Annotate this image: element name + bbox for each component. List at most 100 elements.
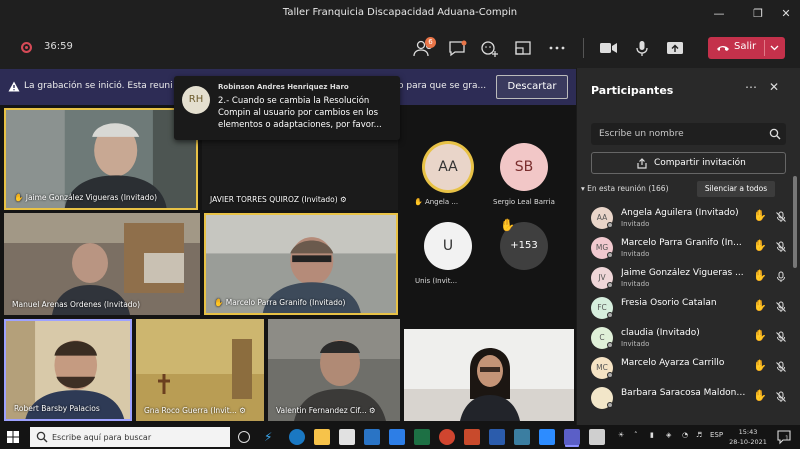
microphone-icon[interactable]: [629, 37, 655, 59]
tile-name: Gna Roco Guerra (Invit...: [144, 406, 237, 415]
dropbox-icon[interactable]: [389, 429, 405, 445]
panel-title: Participantes: [591, 84, 674, 97]
word-icon[interactable]: [489, 429, 505, 445]
share-invite-button[interactable]: Compartir invitación: [591, 152, 786, 174]
mic-off-icon[interactable]: [775, 361, 787, 373]
participant-row[interactable]: AA Angela Aguilera (Invitado) Invitado ✋: [591, 204, 791, 232]
toolbar-separator: [583, 38, 584, 58]
mic-off-icon[interactable]: [775, 301, 787, 313]
teams-icon[interactable]: [564, 429, 580, 445]
share-screen-icon[interactable]: [662, 37, 688, 59]
panel-scrollbar[interactable]: [793, 176, 797, 268]
search-input[interactable]: [599, 127, 759, 141]
mic-off-icon[interactable]: [775, 211, 787, 223]
participant-avatar[interactable]: U: [424, 222, 472, 270]
presence-dot: [607, 282, 613, 288]
minimize-icon[interactable]: —: [705, 4, 733, 24]
dock-app-icon[interactable]: [589, 429, 605, 445]
participant-row[interactable]: MC Marcelo Ayarza Carrillo ✋: [591, 354, 791, 382]
leave-button[interactable]: Salir: [708, 37, 785, 59]
participant-avatar-ring[interactable]: AA: [422, 141, 474, 193]
participant-row[interactable]: Barbara Saracosa Maldonado ✋: [591, 384, 791, 412]
meeting-toolbar: 36:59 6 Salir: [0, 28, 800, 68]
participant-name: Jaime González Vigueras ...: [621, 268, 744, 278]
windows-start-icon[interactable]: [7, 431, 19, 443]
raised-hand-icon: ✋: [753, 209, 767, 222]
participant-name: claudia (Invitado): [621, 328, 700, 338]
zoom-icon[interactable]: [539, 429, 555, 445]
video-tile[interactable]: ✋ Marcelo Parra Granifo (Invitado): [204, 213, 398, 315]
search-icon[interactable]: [769, 128, 781, 140]
section-header[interactable]: ▾ En esta reunión (166): [581, 184, 669, 193]
keyboard-language[interactable]: ESP: [710, 431, 723, 439]
chat-icon[interactable]: [444, 37, 470, 59]
close-panel-icon[interactable]: ✕: [769, 80, 779, 94]
wifi-icon[interactable]: ◔: [682, 431, 688, 439]
tile-name: Valentin Fernandez Cif...: [276, 406, 367, 415]
chat-preview[interactable]: RH Robinson Andres Henriquez Haro 2.- Cu…: [174, 76, 400, 140]
notifications-icon[interactable]: 1: [775, 429, 793, 445]
maximize-icon[interactable]: ❐: [744, 4, 772, 24]
video-tile[interactable]: Manuel Arenas Ordenes (Invitado): [4, 213, 200, 315]
weather-icon[interactable]: ☀: [618, 431, 624, 439]
taskbar-search-input[interactable]: [52, 431, 222, 443]
video-tile[interactable]: Gna Roco Guerra (Invit... ⚙: [136, 319, 264, 421]
dropbox-tray-icon[interactable]: ◈: [666, 431, 671, 439]
raised-hand-icon: ✋: [500, 218, 515, 232]
reactions-icon[interactable]: [477, 37, 503, 59]
participant-row[interactable]: Cclaudia (Invitado) Invitado ✋: [591, 324, 791, 352]
participant-row[interactable]: MG Marcelo Parra Granifo (In... Invitado ✋: [591, 234, 791, 262]
participant-name: Barbara Saracosa Maldonado: [621, 388, 747, 398]
raised-hand-icon: ✋: [753, 239, 767, 252]
recording-icon: [21, 42, 32, 53]
mic-icon[interactable]: [775, 271, 787, 283]
presence-dot: [607, 342, 613, 348]
more-actions-icon[interactable]: [544, 37, 570, 59]
store-icon[interactable]: [339, 429, 355, 445]
raised-hand-icon: ✋: [753, 329, 767, 342]
phone-icon: [717, 46, 729, 51]
video-tile[interactable]: ✋ Jaime González Vigueras (Invitado): [4, 108, 198, 210]
taskbar-clock[interactable]: 15:43 28-10-2021: [728, 427, 768, 447]
tile-name: JAVIER TORRES QUIROZ (Invitado): [210, 195, 338, 204]
volume-icon[interactable]: ♬: [696, 431, 702, 439]
mic-off-icon[interactable]: [775, 241, 787, 253]
raised-hand-icon: ✋: [753, 299, 767, 312]
self-view-tile[interactable]: [404, 329, 574, 421]
camera-icon[interactable]: [595, 37, 621, 59]
clock-date: 28-10-2021: [729, 438, 767, 446]
video-tile[interactable]: Robert Barsby Palacios: [4, 319, 132, 421]
participant-row[interactable]: JV Jaime González Vigueras ... Invitado ✋: [591, 264, 791, 292]
mail-icon[interactable]: [364, 429, 380, 445]
raised-hand-icon: ✋: [753, 359, 767, 372]
presence-dot: [607, 252, 613, 258]
mute-all-button[interactable]: Silenciar a todos: [697, 181, 775, 197]
video-tile[interactable]: Valentin Fernandez Cif... ⚙: [268, 319, 400, 421]
dock-app-icon[interactable]: ⚡: [264, 429, 280, 445]
file-explorer-icon[interactable]: [314, 429, 330, 445]
cortana-icon[interactable]: [238, 431, 250, 443]
participant-name: Marcelo Ayarza Carrillo: [621, 358, 725, 368]
raised-hand-icon: ✋: [214, 298, 224, 307]
participants-panel: Participantes ⋯ ✕ Compartir invitación ▾…: [576, 68, 800, 425]
mic-off-icon[interactable]: [775, 391, 787, 403]
chrome-icon[interactable]: [439, 429, 455, 445]
more-options-icon[interactable]: ⋯: [745, 80, 757, 94]
edge-icon[interactable]: [289, 429, 305, 445]
breakout-rooms-icon[interactable]: [510, 37, 536, 59]
tray-chevron-icon[interactable]: ˄: [634, 431, 638, 439]
close-icon[interactable]: ✕: [772, 4, 800, 24]
powerpoint-icon[interactable]: [464, 429, 480, 445]
battery-icon[interactable]: ▮: [650, 431, 654, 439]
participant-row[interactable]: FC Fresia Osorio Catalan ✋: [591, 294, 791, 322]
participant-avatar[interactable]: SB: [500, 143, 548, 191]
video-feed: [404, 329, 574, 421]
chevron-down-icon[interactable]: [770, 45, 779, 51]
excel-icon[interactable]: [414, 429, 430, 445]
photos-icon[interactable]: [514, 429, 530, 445]
participants-badge: 6: [425, 37, 436, 48]
meeting-timer: 36:59: [44, 41, 73, 52]
presence-dot: [607, 402, 613, 408]
discard-button[interactable]: Descartar: [496, 75, 568, 99]
mic-off-icon[interactable]: [775, 331, 787, 343]
